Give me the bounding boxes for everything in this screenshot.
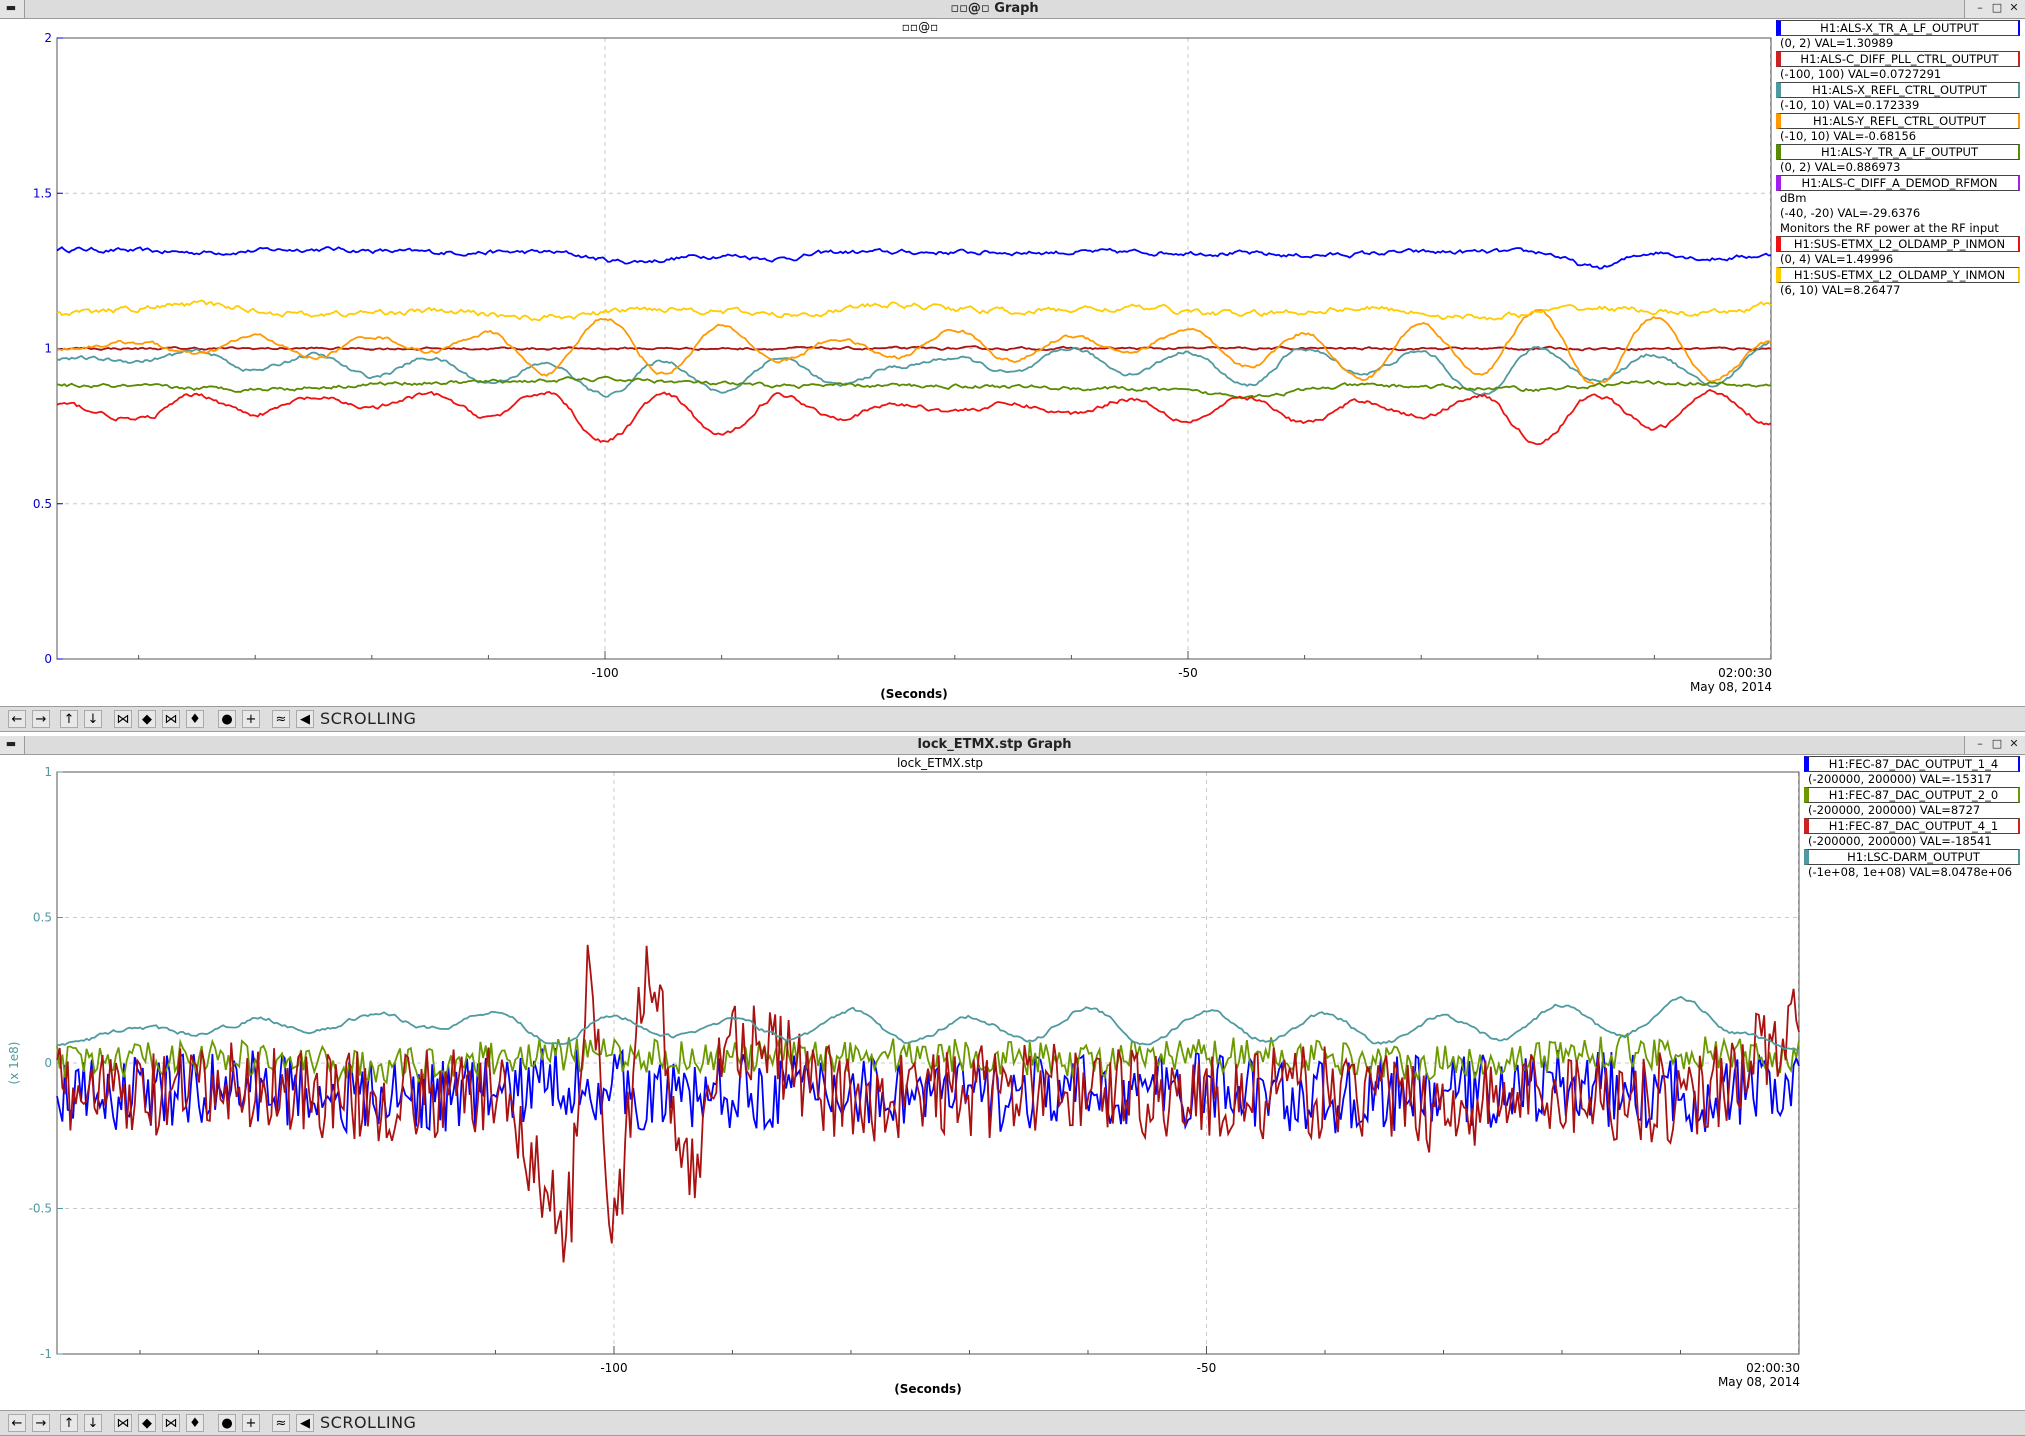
scroll-up-icon[interactable]: ↑ xyxy=(60,710,78,728)
record-icon[interactable]: ● xyxy=(218,1414,236,1432)
legend-channel-info: (6, 10) VAL=8.26477 xyxy=(1780,283,1901,297)
scroll-left-icon[interactable]: ← xyxy=(8,710,26,728)
y-axis-label: (x 1e8) xyxy=(7,1042,21,1085)
date-label: May 08, 2014 xyxy=(1718,1375,1800,1389)
window-titlebar[interactable]: ▬ ▫▫@▫ Graph – □ ✕ xyxy=(0,0,2025,19)
legend-panel-2: H1:FEC-87_DAC_OUTPUT_1_4 (-200000, 200000… xyxy=(1804,756,2020,880)
zoom-out-y-icon[interactable]: ♦ xyxy=(186,710,204,728)
scroll-right-icon[interactable]: → xyxy=(32,1414,50,1432)
legend-channel-name[interactable]: H1:ALS-X_TR_A_LF_OUTPUT xyxy=(1776,20,2020,36)
series-line xyxy=(56,246,1772,270)
zoom-out-x-icon[interactable]: ◆ xyxy=(138,710,156,728)
zoom-in-x-icon[interactable]: ⋈ xyxy=(114,710,132,728)
series-line xyxy=(56,375,1772,400)
close-icon[interactable]: ✕ xyxy=(2007,1,2021,15)
window-title: ▫▫@▫ Graph xyxy=(24,0,1965,18)
x-tick-label: -50 xyxy=(1178,666,1198,680)
legend-channel-info: (-200000, 200000) VAL=-15317 xyxy=(1808,772,1992,786)
y-tick-label: 0.5 xyxy=(33,497,52,511)
graph-window-2: ▬ lock_ETMX.stp Graph – □ ✕ lock_ETMX.st… xyxy=(0,736,2025,1436)
legend-channel-info: (-10, 10) VAL=0.172339 xyxy=(1780,98,1920,112)
legend-channel-name[interactable]: H1:SUS-ETMX_L2_OLDAMP_P_INMON xyxy=(1776,236,2020,252)
y-tick-label: -0.5 xyxy=(29,1202,52,1216)
legend-channel-name[interactable]: H1:ALS-Y_REFL_CTRL_OUTPUT xyxy=(1776,113,2020,129)
chart-plot-1[interactable]: 0 0.5 1 1.5 2 -100 -50 (Seconds) 02:00:30May 08,… xyxy=(0,30,1780,720)
chart-plot-2[interactable]: -1 -0.5 0 0.5 1 -100 -50 (Seconds) (x 1e8) 02:00:… xyxy=(0,765,1800,1436)
legend-channel-info: (-100, 100) VAL=0.0727291 xyxy=(1780,67,1942,81)
legend-channel-info: (-40, -20) VAL=-29.6376 xyxy=(1780,206,1921,220)
y-tick-label: 1 xyxy=(44,765,52,779)
zoom-in-y-icon[interactable]: ⋈ xyxy=(162,710,180,728)
autoscale-icon[interactable]: ≈ xyxy=(272,1414,290,1432)
legend-channel-name[interactable]: H1:FEC-87_DAC_OUTPUT_4_1 xyxy=(1804,818,2020,834)
legend-channel-info: Monitors the RF power at the RF input xyxy=(1780,221,1999,235)
autoscale-icon[interactable]: ≈ xyxy=(272,710,290,728)
y-tick-label: 2 xyxy=(44,31,52,45)
y-tick-label: 0 xyxy=(44,1056,52,1070)
legend-channel-name[interactable]: H1:ALS-X_REFL_CTRL_OUTPUT xyxy=(1776,82,2020,98)
x-axis-label: (Seconds) xyxy=(894,1382,961,1396)
add-icon[interactable]: + xyxy=(242,1414,260,1432)
series-line xyxy=(56,388,1772,446)
minimize-icon[interactable]: – xyxy=(1973,737,1987,751)
zoom-out-x-icon[interactable]: ◆ xyxy=(138,1414,156,1432)
maximize-icon[interactable]: □ xyxy=(1990,1,2004,15)
scroll-left-icon[interactable]: ← xyxy=(8,1414,26,1432)
x-tick-label: -100 xyxy=(600,1361,627,1375)
legend-channel-name[interactable]: H1:FEC-87_DAC_OUTPUT_1_4 xyxy=(1804,756,2020,772)
legend-channel-info: (-200000, 200000) VAL=-18541 xyxy=(1808,834,1992,848)
zoom-out-y-icon[interactable]: ♦ xyxy=(186,1414,204,1432)
legend-channel-name[interactable]: H1:ALS-C_DIFF_A_DEMOD_RFMON xyxy=(1776,175,2020,191)
y-tick-label: 0 xyxy=(44,652,52,666)
y-tick-label: 1 xyxy=(44,342,52,356)
back-icon[interactable]: ◀ xyxy=(296,710,314,728)
legend-channel-info: (-10, 10) VAL=-0.68156 xyxy=(1780,129,1917,143)
add-icon[interactable]: + xyxy=(242,710,260,728)
y-tick-label: 0.5 xyxy=(33,911,52,925)
scroll-right-icon[interactable]: → xyxy=(32,710,50,728)
window-menu-icon[interactable]: ▬ xyxy=(4,1,18,15)
legend-channel-name[interactable]: H1:LSC-DARM_OUTPUT xyxy=(1804,849,2020,865)
series-line xyxy=(56,944,1800,1263)
window-titlebar[interactable]: ▬ lock_ETMX.stp Graph – □ ✕ xyxy=(0,736,2025,755)
legend-panel-1: H1:ALS-X_TR_A_LF_OUTPUT (0, 2) VAL=1.3098… xyxy=(1776,20,2020,298)
legend-channel-info: dBm xyxy=(1780,191,1807,205)
x-tick-label: -50 xyxy=(1197,1361,1217,1375)
time-label: 02:00:30 xyxy=(1746,1361,1800,1375)
series-line xyxy=(56,299,1772,322)
time-label: 02:00:30 xyxy=(1718,666,1772,680)
record-icon[interactable]: ● xyxy=(218,710,236,728)
legend-channel-name[interactable]: H1:SUS-ETMX_L2_OLDAMP_Y_INMON xyxy=(1776,267,2020,283)
back-icon[interactable]: ◀ xyxy=(296,1414,314,1432)
x-axis-label: (Seconds) xyxy=(880,687,947,701)
toolbar-1: ← → ↑ ↓ ⋈ ◆ ⋈ ♦ ● + ≈ ◀ SCROLLING xyxy=(0,706,2025,732)
scroll-down-icon[interactable]: ↓ xyxy=(84,710,102,728)
toolbar-2: ← → ↑ ↓ ⋈ ◆ ⋈ ♦ ● + ≈ ◀ SCROLLING xyxy=(0,1410,2025,1436)
close-icon[interactable]: ✕ xyxy=(2007,737,2021,751)
scroll-down-icon[interactable]: ↓ xyxy=(84,1414,102,1432)
mode-label: SCROLLING xyxy=(320,709,417,728)
legend-channel-name[interactable]: H1:ALS-Y_TR_A_LF_OUTPUT xyxy=(1776,144,2020,160)
minimize-icon[interactable]: – xyxy=(1973,1,1987,15)
legend-channel-name[interactable]: H1:FEC-87_DAC_OUTPUT_2_0 xyxy=(1804,787,2020,803)
legend-channel-name[interactable]: H1:ALS-C_DIFF_PLL_CTRL_OUTPUT xyxy=(1776,51,2020,67)
graph-window-1: ▬ ▫▫@▫ Graph – □ ✕ ▫▫@▫ 0 0.5 1 1.5 2 -100 -50… xyxy=(0,0,2025,736)
date-label: May 08, 2014 xyxy=(1690,680,1772,694)
scroll-up-icon[interactable]: ↑ xyxy=(60,1414,78,1432)
zoom-in-x-icon[interactable]: ⋈ xyxy=(114,1414,132,1432)
y-tick-label: 1.5 xyxy=(33,186,52,200)
maximize-icon[interactable]: □ xyxy=(1990,737,2004,751)
zoom-in-y-icon[interactable]: ⋈ xyxy=(162,1414,180,1432)
x-tick-label: -100 xyxy=(591,666,618,680)
mode-label: SCROLLING xyxy=(320,1413,417,1432)
y-tick-label: -1 xyxy=(40,1347,52,1361)
legend-channel-info: (-200000, 200000) VAL=8727 xyxy=(1808,803,1981,817)
legend-channel-info: (-1e+08, 1e+08) VAL=8.0478e+06 xyxy=(1808,865,2013,879)
legend-channel-info: (0, 2) VAL=1.30989 xyxy=(1780,36,1894,50)
window-menu-icon[interactable]: ▬ xyxy=(4,737,18,751)
legend-channel-info: (0, 2) VAL=0.886973 xyxy=(1780,160,1901,174)
grid xyxy=(57,772,1799,1354)
window-title: lock_ETMX.stp Graph xyxy=(24,736,1965,754)
legend-channel-info: (0, 4) VAL=1.49996 xyxy=(1780,252,1894,266)
